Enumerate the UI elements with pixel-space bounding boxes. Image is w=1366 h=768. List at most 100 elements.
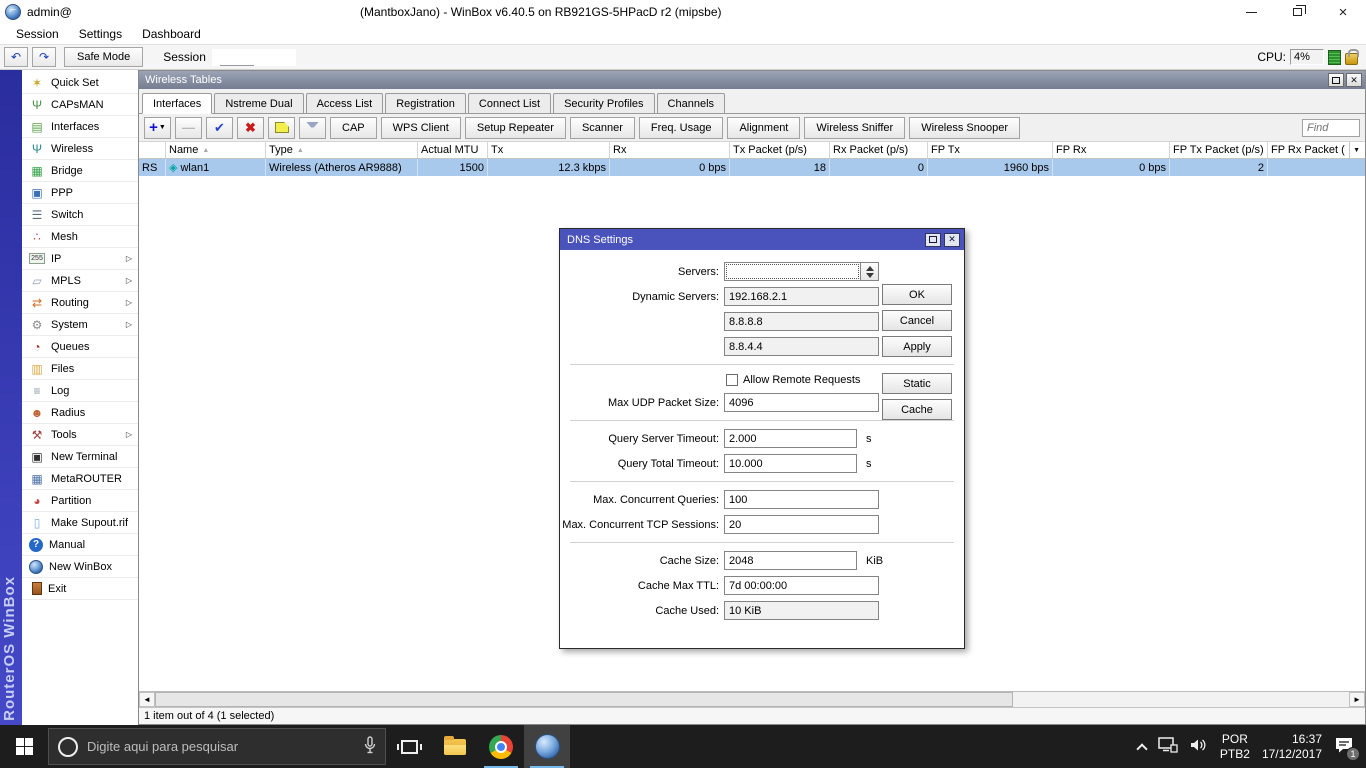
- wt-restore-button[interactable]: [1328, 73, 1344, 87]
- menu-item-dashboard[interactable]: Dashboard: [132, 25, 211, 43]
- tab-interfaces[interactable]: Interfaces: [142, 93, 213, 114]
- column-header-name[interactable]: Name ▲: [165, 142, 265, 158]
- column-header-rx[interactable]: Rx: [609, 142, 729, 158]
- servers-input[interactable]: [724, 262, 861, 281]
- static-button[interactable]: Static: [882, 373, 952, 394]
- tray-expand-icon[interactable]: [1136, 742, 1148, 755]
- wireless-sniffer-button[interactable]: Wireless Sniffer: [804, 116, 906, 139]
- volume-icon[interactable]: [1190, 737, 1208, 756]
- allow-remote-requests-checkbox[interactable]: [726, 374, 738, 386]
- sidebar-item-capsman[interactable]: Ψ CAPsMAN: [22, 94, 138, 116]
- sidebar-item-routing[interactable]: ⇄ Routing ▷: [22, 292, 138, 314]
- column-header-fp_tx[interactable]: FP Tx: [927, 142, 1052, 158]
- tab-access-list[interactable]: Access List: [305, 93, 384, 114]
- tab-connect-list[interactable]: Connect List: [467, 93, 552, 114]
- sidebar-item-bridge[interactable]: ▦ Bridge: [22, 160, 138, 182]
- column-header-tx[interactable]: Tx: [487, 142, 609, 158]
- column-select-icon[interactable]: ▼: [1349, 142, 1360, 158]
- filter-button[interactable]: [299, 116, 326, 139]
- column-header-fp_tx_packet[interactable]: FP Tx Packet (p/s): [1169, 142, 1267, 158]
- scrollbar-track[interactable]: [1013, 692, 1349, 707]
- chrome-button[interactable]: [478, 725, 524, 768]
- wireless-tables-titlebar[interactable]: Wireless Tables ✕: [139, 71, 1365, 89]
- taskbar-search[interactable]: Digite aqui para pesquisar: [48, 728, 386, 765]
- network-icon[interactable]: [1158, 737, 1178, 756]
- tab-nstreme-dual[interactable]: Nstreme Dual: [214, 93, 304, 114]
- dns-dialog-titlebar[interactable]: DNS Settings ✕: [560, 229, 964, 250]
- scroll-right-icon[interactable]: ►: [1349, 692, 1365, 707]
- table-row[interactable]: RS ◈ wlan1 Wireless (Atheros AR9888) 1500 12.…: [139, 159, 1365, 176]
- task-view-button[interactable]: [386, 725, 432, 768]
- column-header-actual_mtu[interactable]: Actual MTU: [417, 142, 487, 158]
- undo-button[interactable]: ↶: [4, 47, 28, 67]
- minimize-button[interactable]: [1228, 0, 1274, 24]
- sidebar-item-mesh[interactable]: ∴ Mesh: [22, 226, 138, 248]
- cache-max-ttl-input[interactable]: 7d 00:00:00: [724, 576, 879, 595]
- spin-up-icon[interactable]: [865, 265, 874, 271]
- sidebar-item-wireless[interactable]: Ψ Wireless: [22, 138, 138, 160]
- sidebar-item-files[interactable]: ▥ Files: [22, 358, 138, 380]
- sidebar-item-exit[interactable]: Exit: [22, 578, 138, 600]
- column-header-fp_rx[interactable]: FP Rx: [1052, 142, 1169, 158]
- query-total-timeout-input[interactable]: 10.000: [724, 454, 857, 473]
- sidebar-item-quick-set[interactable]: ✶ Quick Set: [22, 72, 138, 94]
- add-button[interactable]: + ▼: [144, 116, 171, 139]
- sidebar-item-ip[interactable]: 255 IP ▷: [22, 248, 138, 270]
- max-concurrent-tcp-sessions-input[interactable]: 20: [724, 515, 879, 534]
- sidebar-item-partition[interactable]: ◕ Partition: [22, 490, 138, 512]
- safe-mode-button[interactable]: Safe Mode: [64, 47, 144, 67]
- sidebar-item-make-supout-rif[interactable]: ▯ Make Supout.rif: [22, 512, 138, 534]
- wireless-snooper-button[interactable]: Wireless Snooper: [909, 116, 1021, 139]
- sidebar-item-tools[interactable]: ⚒ Tools ▷: [22, 424, 138, 446]
- cache-button[interactable]: Cache: [882, 399, 952, 420]
- column-header-tx_packet[interactable]: Tx Packet (p/s): [729, 142, 829, 158]
- sidebar-item-queues[interactable]: ◔ Queues: [22, 336, 138, 358]
- clock[interactable]: 16:37 17/12/2017: [1262, 732, 1322, 762]
- restore-button[interactable]: [1274, 0, 1320, 24]
- column-header-type[interactable]: Type ▲: [265, 142, 417, 158]
- scroll-left-icon[interactable]: ◄: [139, 692, 155, 707]
- dns-restore-button[interactable]: [925, 232, 941, 247]
- sidebar-item-log[interactable]: ≡ Log: [22, 380, 138, 402]
- spinner-buttons[interactable]: [861, 262, 879, 281]
- sidebar-item-new-winbox[interactable]: New WinBox: [22, 556, 138, 578]
- tab-security-profiles[interactable]: Security Profiles: [553, 93, 655, 114]
- sidebar-item-ppp[interactable]: ▣ PPP: [22, 182, 138, 204]
- comment-button[interactable]: [268, 116, 295, 139]
- cancel-button[interactable]: Cancel: [882, 310, 952, 331]
- menu-item-session[interactable]: Session: [6, 25, 69, 43]
- dns-close-button[interactable]: ✕: [944, 232, 960, 247]
- scanner-button[interactable]: Scanner: [569, 116, 635, 139]
- column-header-state[interactable]: [139, 142, 165, 158]
- wps-client-button[interactable]: WPS Client: [380, 116, 461, 139]
- disable-button[interactable]: ✖: [237, 116, 264, 139]
- tab-registration[interactable]: Registration: [385, 93, 466, 114]
- file-explorer-button[interactable]: [432, 725, 478, 768]
- ok-button[interactable]: OK: [882, 284, 952, 305]
- sidebar-item-system[interactable]: ⚙ System ▷: [22, 314, 138, 336]
- apply-button[interactable]: Apply: [882, 336, 952, 357]
- start-button[interactable]: [0, 725, 48, 768]
- spin-down-icon[interactable]: [865, 272, 874, 278]
- enable-button[interactable]: ✔: [206, 116, 233, 139]
- scrollbar-thumb[interactable]: [155, 692, 1013, 707]
- sidebar-item-switch[interactable]: ☰ Switch: [22, 204, 138, 226]
- sidebar-item-interfaces[interactable]: ▤ Interfaces: [22, 116, 138, 138]
- find-input[interactable]: [1302, 118, 1360, 137]
- freq-usage-button[interactable]: Freq. Usage: [638, 116, 724, 139]
- session-value-field[interactable]: [211, 48, 296, 66]
- close-button[interactable]: ×: [1320, 0, 1366, 24]
- microphone-icon[interactable]: [364, 736, 376, 757]
- sidebar-item-radius[interactable]: ☻ Radius: [22, 402, 138, 424]
- wt-close-button[interactable]: ✕: [1346, 73, 1362, 87]
- menu-item-settings[interactable]: Settings: [69, 25, 132, 43]
- cache-size-input[interactable]: 2048: [724, 551, 857, 570]
- cap-button[interactable]: CAP: [330, 116, 377, 139]
- remove-button[interactable]: —: [175, 116, 202, 139]
- sidebar-item-manual[interactable]: ? Manual: [22, 534, 138, 556]
- horizontal-scrollbar[interactable]: ◄ ►: [139, 691, 1365, 707]
- language-indicator[interactable]: POR PTB2: [1220, 732, 1250, 762]
- alignment-button[interactable]: Alignment: [727, 116, 801, 139]
- query-server-timeout-input[interactable]: 2.000: [724, 429, 857, 448]
- column-header-rx_packet[interactable]: Rx Packet (p/s): [829, 142, 927, 158]
